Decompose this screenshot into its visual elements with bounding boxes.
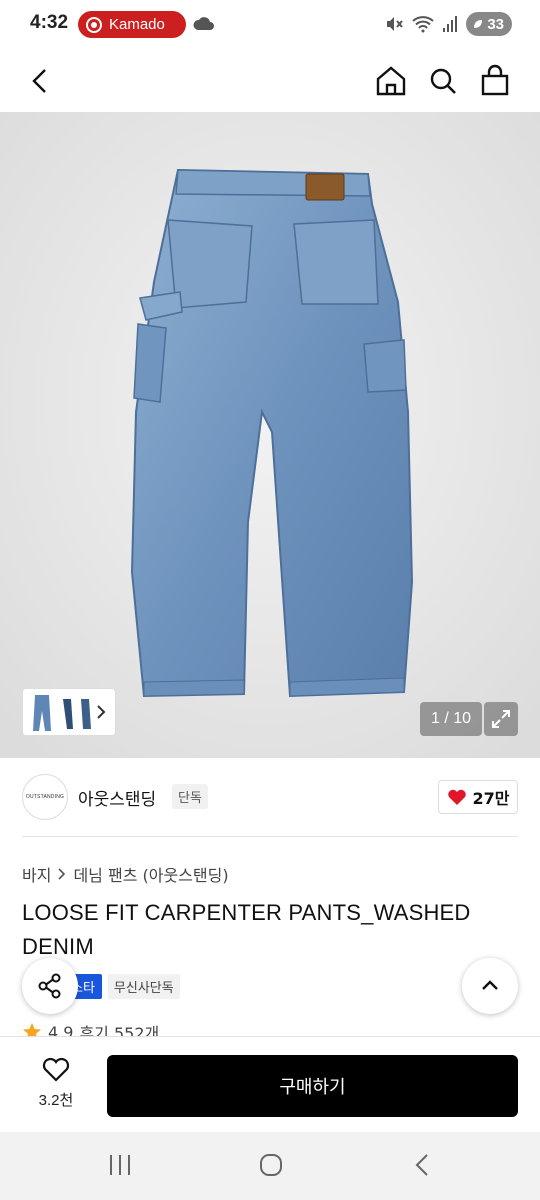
- product-title: LOOSE FIT CARPENTER PANTS_WASHED DENIM: [22, 900, 471, 959]
- heart-outline-icon: [42, 1057, 70, 1082]
- brand-name[interactable]: 아웃스탠딩: [78, 785, 156, 810]
- status-bar: 4:32 Kamado 33: [0, 0, 540, 50]
- brand-row: OUTSTANDING 아웃스탠딩 단독 27만: [22, 770, 518, 830]
- home-circle-icon[interactable]: [258, 1152, 284, 1182]
- divider: [22, 836, 518, 837]
- breadcrumb-category[interactable]: 바지: [22, 862, 51, 886]
- exclusive-tag: 단독: [172, 784, 208, 809]
- back-arrow-icon[interactable]: [24, 64, 58, 98]
- share-icon: [38, 973, 61, 999]
- exclusive-badge: 무신사단독: [107, 974, 180, 999]
- wishlist-button[interactable]: 3.2천: [26, 1055, 86, 1110]
- recent-apps-icon[interactable]: [108, 1152, 132, 1182]
- home-icon[interactable]: [372, 62, 410, 100]
- brand-logo-text: OUTSTANDING: [25, 794, 65, 800]
- brand-logo[interactable]: OUTSTANDING: [22, 774, 68, 820]
- heart-filled-icon: [447, 789, 466, 805]
- thumbnail-image: [33, 695, 91, 731]
- expand-button[interactable]: [484, 702, 518, 736]
- status-time: 4:32: [30, 12, 69, 33]
- system-navigation-bar: [0, 1132, 540, 1200]
- buy-button[interactable]: 구매하기: [107, 1055, 518, 1117]
- battery-saver-icon: [474, 20, 483, 28]
- cart-icon[interactable]: [476, 62, 514, 100]
- expand-icon: [492, 710, 510, 728]
- cloud-icon: [193, 17, 214, 30]
- app-header: [0, 50, 540, 112]
- header-actions: [372, 62, 514, 100]
- battery-level: 33: [487, 15, 504, 33]
- chevron-right-icon: [58, 868, 66, 880]
- breadcrumb: 바지 데님 팬츠 (아웃스탠딩): [22, 862, 229, 886]
- search-icon[interactable]: [424, 62, 462, 100]
- signal-icon: [443, 16, 458, 32]
- share-button[interactable]: [22, 958, 78, 1014]
- image-counter: 1 / 10: [420, 702, 482, 736]
- chevron-up-icon: [482, 980, 498, 990]
- mute-icon: [387, 17, 404, 31]
- status-icons: 33: [384, 12, 512, 36]
- wifi-icon: [412, 16, 434, 33]
- brand-like-count: 27만: [472, 789, 510, 808]
- product-image-carousel[interactable]: 1 / 10: [0, 112, 540, 758]
- recording-app-label: Kamado: [109, 16, 165, 33]
- brand-like-button[interactable]: 27만: [438, 780, 518, 814]
- scroll-top-button[interactable]: [462, 958, 518, 1014]
- purchase-bar: 3.2천 구매하기: [0, 1036, 540, 1132]
- product-photo: [0, 112, 540, 758]
- record-icon: [86, 16, 102, 33]
- chevron-right-icon: [97, 705, 106, 719]
- thumbnail-strip[interactable]: [22, 688, 116, 736]
- back-nav-icon[interactable]: [412, 1152, 432, 1182]
- recording-pill[interactable]: Kamado: [78, 11, 186, 38]
- breadcrumb-subcategory[interactable]: 데님 팬츠 (아웃스탠딩): [73, 862, 228, 886]
- battery-indicator: 33: [466, 12, 512, 36]
- wishlist-count: 3.2천: [38, 1092, 74, 1109]
